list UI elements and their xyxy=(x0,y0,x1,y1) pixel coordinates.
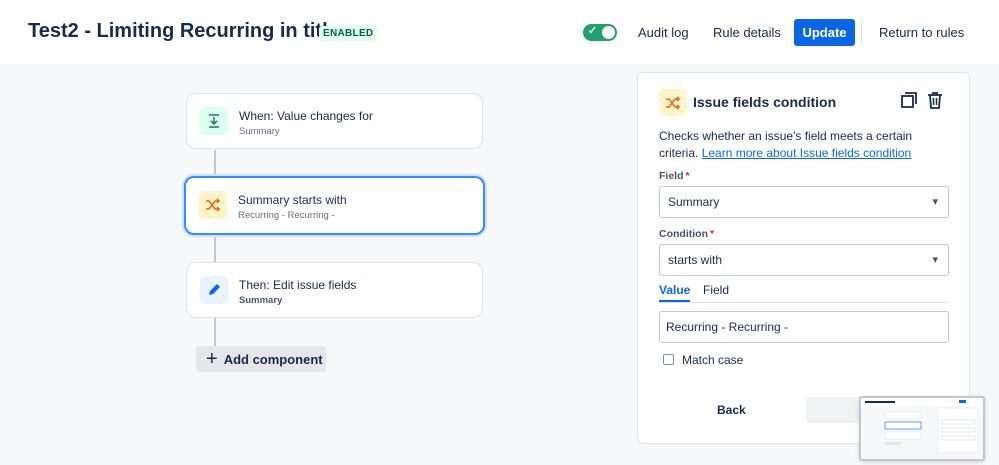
chevron-down-icon: ▾ xyxy=(932,196,938,208)
pencil-icon xyxy=(200,276,228,304)
return-to-rules-link[interactable]: Return to rules xyxy=(879,25,964,40)
panel-title: Issue fields condition xyxy=(693,94,837,110)
save-button[interactable] xyxy=(806,397,866,423)
trigger-icon xyxy=(200,107,228,135)
node-title: When: Value changes for xyxy=(239,109,373,123)
check-icon: ✓ xyxy=(588,25,598,37)
trash-icon[interactable] xyxy=(925,90,945,115)
node-subtitle: Summary xyxy=(239,295,283,306)
match-case-checkbox[interactable] xyxy=(663,354,674,365)
copy-icon[interactable] xyxy=(899,90,919,115)
field-label: Field * xyxy=(659,170,690,182)
panel-description: Checks whether an issue's field meets a … xyxy=(659,128,949,162)
add-component-label: Add component xyxy=(223,351,323,367)
required-marker: * xyxy=(685,170,690,182)
add-component-button[interactable]: + Add component xyxy=(196,346,326,372)
flow-connector xyxy=(214,318,216,348)
match-case-label: Match case xyxy=(682,353,744,367)
component-config-panel: Issue fields condition Checks whether an… xyxy=(637,72,970,444)
condition-select[interactable]: starts with ▾ xyxy=(659,244,949,276)
chevron-down-icon: ▾ xyxy=(932,254,938,266)
rule-details-link[interactable]: Rule details xyxy=(713,25,781,40)
tabs-divider xyxy=(659,302,949,303)
toggle-knob xyxy=(602,26,615,39)
field-select-value: Summary xyxy=(668,195,720,209)
condition-label: Condition * xyxy=(659,228,714,240)
status-badge: ENABLED xyxy=(319,26,378,41)
shuffle-icon xyxy=(199,191,227,219)
field-select[interactable]: Summary ▾ xyxy=(659,186,949,218)
trigger-node[interactable]: When: Value changes for Summary xyxy=(186,93,483,149)
node-title: Then: Edit issue fields xyxy=(239,278,357,292)
condition-label-text: Condition xyxy=(659,228,708,240)
learn-more-link[interactable]: Learn more about Issue fields condition xyxy=(702,146,911,160)
value-input[interactable]: Recurring - Recurring - xyxy=(659,311,949,343)
required-marker: * xyxy=(709,228,715,240)
header-divider xyxy=(861,18,862,46)
flow-connector xyxy=(214,236,216,262)
node-title: Summary starts with xyxy=(238,193,347,207)
action-node[interactable]: Then: Edit issue fields Summary xyxy=(186,262,483,318)
tab-field[interactable]: Field xyxy=(703,283,729,297)
update-button[interactable]: Update xyxy=(794,19,855,46)
audit-log-link[interactable]: Audit log xyxy=(638,25,689,40)
active-tab-indicator xyxy=(659,300,690,302)
condition-select-value: starts with xyxy=(668,253,723,267)
shuffle-icon xyxy=(659,89,686,116)
rule-enabled-toggle[interactable]: ✓ xyxy=(583,24,617,41)
canvas-minimap[interactable] xyxy=(859,396,985,461)
page-title: Test2 - Limiting Recurring in title xyxy=(28,20,339,42)
node-subtitle: Summary xyxy=(239,126,280,137)
tab-value[interactable]: Value xyxy=(659,283,690,297)
field-label-text: Field xyxy=(659,170,684,182)
plus-icon: + xyxy=(206,348,218,370)
condition-node[interactable]: Summary starts with Recurring - Recurrin… xyxy=(184,176,485,235)
rule-header: Test2 - Limiting Recurring in title ENAB… xyxy=(0,0,999,64)
flow-connector xyxy=(214,150,216,176)
back-button[interactable]: Back xyxy=(717,403,746,417)
node-subtitle: Recurring - Recurring - xyxy=(238,210,335,221)
